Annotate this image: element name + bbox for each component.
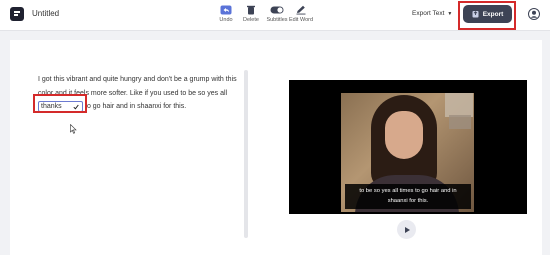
export-button[interactable]: Export: [463, 5, 512, 23]
undo-icon: [220, 5, 232, 15]
edit-word-label: Edit Word: [288, 17, 314, 23]
delete-button[interactable]: Delete: [238, 5, 264, 23]
play-button[interactable]: [397, 220, 416, 239]
subtitles-toggle[interactable]: Subtitles: [264, 5, 290, 23]
undo-button[interactable]: Undo: [213, 5, 239, 23]
video-subtitle: to be so yes all times to go hair and in…: [345, 184, 471, 209]
delete-label: Delete: [243, 17, 259, 23]
user-icon[interactable]: [528, 8, 540, 20]
play-icon: [404, 226, 410, 233]
subtitle-line-1: to be so yes all times to go hair and in: [359, 188, 457, 194]
pencil-icon: [296, 5, 306, 15]
app-logo-icon[interactable]: [10, 7, 24, 21]
mouse-cursor-icon: [70, 124, 77, 134]
top-bar: Untitled Undo Delete Subtitles Edit Word…: [0, 0, 550, 31]
export-icon: [472, 11, 479, 18]
document-title[interactable]: Untitled: [32, 9, 59, 18]
export-text-label: Export Text: [412, 10, 445, 17]
panel-divider[interactable]: [244, 70, 248, 238]
word-highlight-box: [33, 94, 87, 113]
export-text-dropdown[interactable]: Export Text ▼: [412, 10, 452, 17]
subtitles-label: Subtitles: [266, 17, 288, 23]
undo-label: Undo: [219, 17, 233, 23]
edit-word-button[interactable]: Edit Word: [288, 5, 314, 23]
transcript-after: to go hair and in shaanxi for this.: [85, 103, 187, 110]
chevron-down-icon: ▼: [447, 11, 453, 17]
export-label: Export: [482, 10, 504, 18]
subtitle-line-2: shaanxi for this.: [387, 198, 429, 204]
trash-icon: [247, 5, 255, 15]
toggle-icon: [270, 6, 284, 14]
